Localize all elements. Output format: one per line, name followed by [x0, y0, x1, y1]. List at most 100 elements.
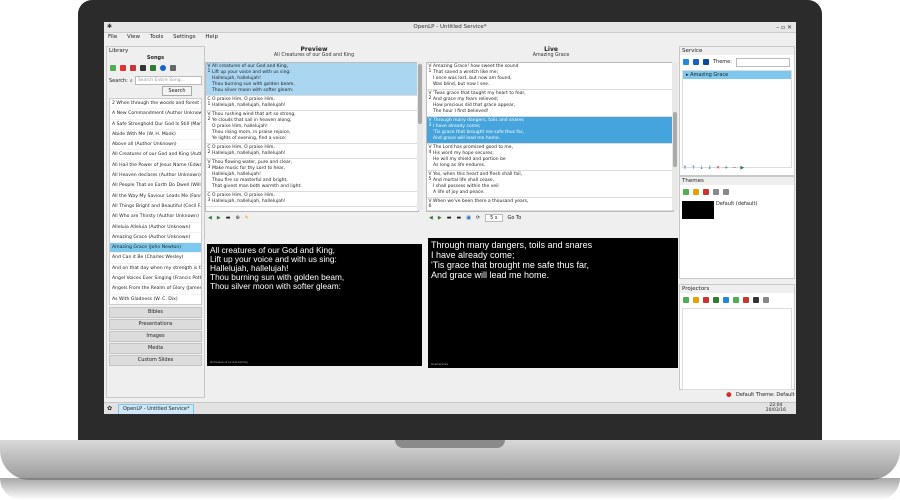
song-list-item[interactable]: As With Gladness (W. C. Dix): [110, 295, 201, 304]
next-icon[interactable]: ▶: [217, 215, 221, 221]
move-top-icon[interactable]: ⇑: [683, 165, 687, 171]
go-live-service-icon[interactable]: ▶: [740, 165, 744, 171]
theme-select[interactable]: [735, 57, 790, 67]
monitor-icon[interactable]: ▬: [226, 215, 231, 221]
edit-projector-icon[interactable]: [693, 297, 699, 303]
export-theme-icon[interactable]: [723, 189, 729, 195]
select-input-icon[interactable]: [753, 297, 759, 303]
song-list-item[interactable]: All Creatures of our God and King (Autho…: [110, 150, 201, 161]
desktop-icon[interactable]: ▣: [466, 215, 471, 221]
new-theme-icon[interactable]: [683, 189, 689, 195]
power-on-icon[interactable]: [733, 297, 739, 303]
song-list-item[interactable]: Amazing Grace (Author Unknown): [110, 233, 201, 244]
new-service-icon[interactable]: [683, 59, 689, 65]
service-item[interactable]: ▸ Amazing Grace: [683, 71, 791, 79]
taskbar-window[interactable]: OpenLP - Untitled Service*: [118, 404, 195, 414]
projector-info-icon[interactable]: [763, 297, 769, 303]
move-down-icon[interactable]: ↓: [699, 165, 703, 171]
window-controls[interactable]: – ▫ ✕: [776, 23, 792, 33]
song-list-item[interactable]: All People That on Earth Do Dwell (Willi…: [110, 181, 201, 192]
song-list-item[interactable]: All Who are Thirsty (Author Unknown): [110, 212, 201, 223]
go-live-icon[interactable]: [150, 65, 156, 71]
expand-icon[interactable]: ▸: [686, 72, 689, 78]
search-button[interactable]: Search: [162, 86, 192, 96]
loop-icon[interactable]: ⟳: [476, 215, 480, 221]
disconnect-projector-icon[interactable]: [723, 297, 729, 303]
live-previous-icon[interactable]: ◀: [429, 215, 433, 221]
open-service-icon[interactable]: [693, 59, 699, 65]
timer-field[interactable]: 5 s: [485, 214, 503, 222]
song-list-item[interactable]: And Can it Be (Charles Wesley): [110, 253, 201, 264]
edit-song-icon[interactable]: [120, 65, 126, 71]
delete-song-icon[interactable]: [130, 65, 136, 71]
song-list-item[interactable]: Alleluia Alleluia (Author Unknown): [110, 223, 201, 233]
song-list-item[interactable]: All Things Bright and Beautiful (Cecil F…: [110, 202, 201, 213]
add-to-service-icon[interactable]: [160, 65, 166, 71]
add-projector-icon[interactable]: [683, 297, 689, 303]
library-category-presentations[interactable]: Presentations: [109, 319, 202, 330]
add-icon[interactable]: ⊕: [235, 215, 239, 221]
delete-projector-icon[interactable]: [703, 297, 709, 303]
edit-theme-icon[interactable]: [693, 189, 699, 195]
slide-row[interactable]: C 3O praise Him, O praise Him, Hallelujah…: [206, 192, 418, 207]
song-list-item[interactable]: All Hail the Power of Jesus Name (Edward…: [110, 161, 201, 172]
preview-scrollbar[interactable]: [417, 62, 423, 210]
slide-row[interactable]: C 2O praise Him, O praise Him, Hallelujah…: [206, 144, 418, 159]
song-list-item[interactable]: 2 When through the woods and forest glad…: [110, 99, 201, 110]
menu-help[interactable]: Help: [205, 34, 218, 40]
taskbar: ✿ OpenLP - Untitled Service* 22:04 20/03…: [104, 402, 796, 414]
slide-row[interactable]: V 4 The Lord has promised good to me, His …: [427, 144, 673, 171]
previous-icon[interactable]: ◀: [208, 215, 212, 221]
slide-row[interactable]: V 1 Amazing Grace! how sweet the sound Tha…: [427, 63, 673, 90]
library-category-custom-slides[interactable]: Custom Slides: [109, 355, 202, 366]
power-off-icon[interactable]: [743, 297, 749, 303]
menu-tools[interactable]: Tools: [150, 34, 164, 40]
song-list-item[interactable]: Above all (Author Unknown): [110, 140, 201, 151]
new-song-icon[interactable]: [110, 65, 116, 71]
move-up-icon[interactable]: ↑: [691, 165, 695, 171]
blank-screen-icon[interactable]: ▬: [447, 215, 452, 221]
song-list-item[interactable]: Angels From the Realm of Glory (James M.…: [110, 284, 201, 295]
blank-theme-icon[interactable]: ▬: [456, 215, 461, 221]
song-list-item[interactable]: All the Way My Saviour Leads Me (Fanny..…: [110, 192, 201, 202]
start-menu-icon[interactable]: ✿: [107, 405, 112, 412]
song-list-item[interactable]: A New Commandment (Author Unknown): [110, 109, 201, 120]
import-theme-icon[interactable]: [713, 189, 719, 195]
slide-row[interactable]: V 2 'Twas grace that taught my heart to f…: [427, 90, 673, 117]
export-icon[interactable]: [170, 65, 176, 71]
theme-item[interactable]: Default (default): [680, 199, 794, 221]
slide-row[interactable]: V 6 When we've been there a thousand year…: [427, 198, 673, 211]
slide-row[interactable]: V 2 Thou rushing wind that art so strong,…: [206, 111, 418, 144]
expand-all-icon[interactable]: +: [724, 165, 728, 171]
menu-view[interactable]: View: [127, 34, 140, 40]
slide-row[interactable]: V 1 All creatures of our God and King, Lif…: [206, 63, 418, 96]
connect-projector-icon[interactable]: [713, 297, 719, 303]
slide-row[interactable]: V 3 Through many dangers, toils and snare…: [427, 117, 673, 144]
menu-settings[interactable]: Settings: [173, 34, 196, 40]
delete-item-icon[interactable]: ✕: [716, 165, 720, 171]
menu-file[interactable]: File: [108, 34, 117, 40]
collapse-all-icon[interactable]: −: [732, 165, 736, 171]
slide-row[interactable]: V 3 Thou flowing water, pure and clear, Ma…: [206, 159, 418, 192]
edit-icon[interactable]: ✎: [245, 215, 249, 221]
live-next-icon[interactable]: ▶: [438, 215, 442, 221]
song-list-item[interactable]: A Safe Stronghold Our God Is Still (Mart…: [110, 120, 201, 130]
live-scrollbar[interactable]: [672, 62, 678, 210]
library-category-media[interactable]: Media: [109, 343, 202, 354]
song-list-item[interactable]: Angel Voices Ever Singing (Francis Pott): [110, 274, 201, 285]
song-list-item[interactable]: Amazing Grace (John Newton): [110, 243, 201, 254]
clock[interactable]: 22:04 20/03/16: [766, 403, 786, 413]
goto-button[interactable]: Go To: [508, 215, 522, 221]
preview-song-icon[interactable]: [140, 65, 146, 71]
song-list-item[interactable]: And on that day when my strength is fail…: [110, 264, 201, 275]
search-input[interactable]: Search Entire Song...: [134, 76, 202, 85]
slide-row[interactable]: C 1O praise Him, O praise Him, Hallelujah…: [206, 96, 418, 111]
song-list-item[interactable]: Abide With Me (W. H. Monk): [110, 130, 201, 141]
slide-row[interactable]: V 5 Yes, when this heart and flesh shall …: [427, 171, 673, 198]
delete-theme-icon[interactable]: [703, 189, 709, 195]
library-category-images[interactable]: Images: [109, 331, 202, 342]
song-list-item[interactable]: All Heaven declares (Author Unknown): [110, 171, 201, 182]
move-bottom-icon[interactable]: ⇓: [708, 165, 712, 171]
library-category-bibles[interactable]: Bibles: [109, 307, 202, 318]
save-service-icon[interactable]: [703, 59, 709, 65]
